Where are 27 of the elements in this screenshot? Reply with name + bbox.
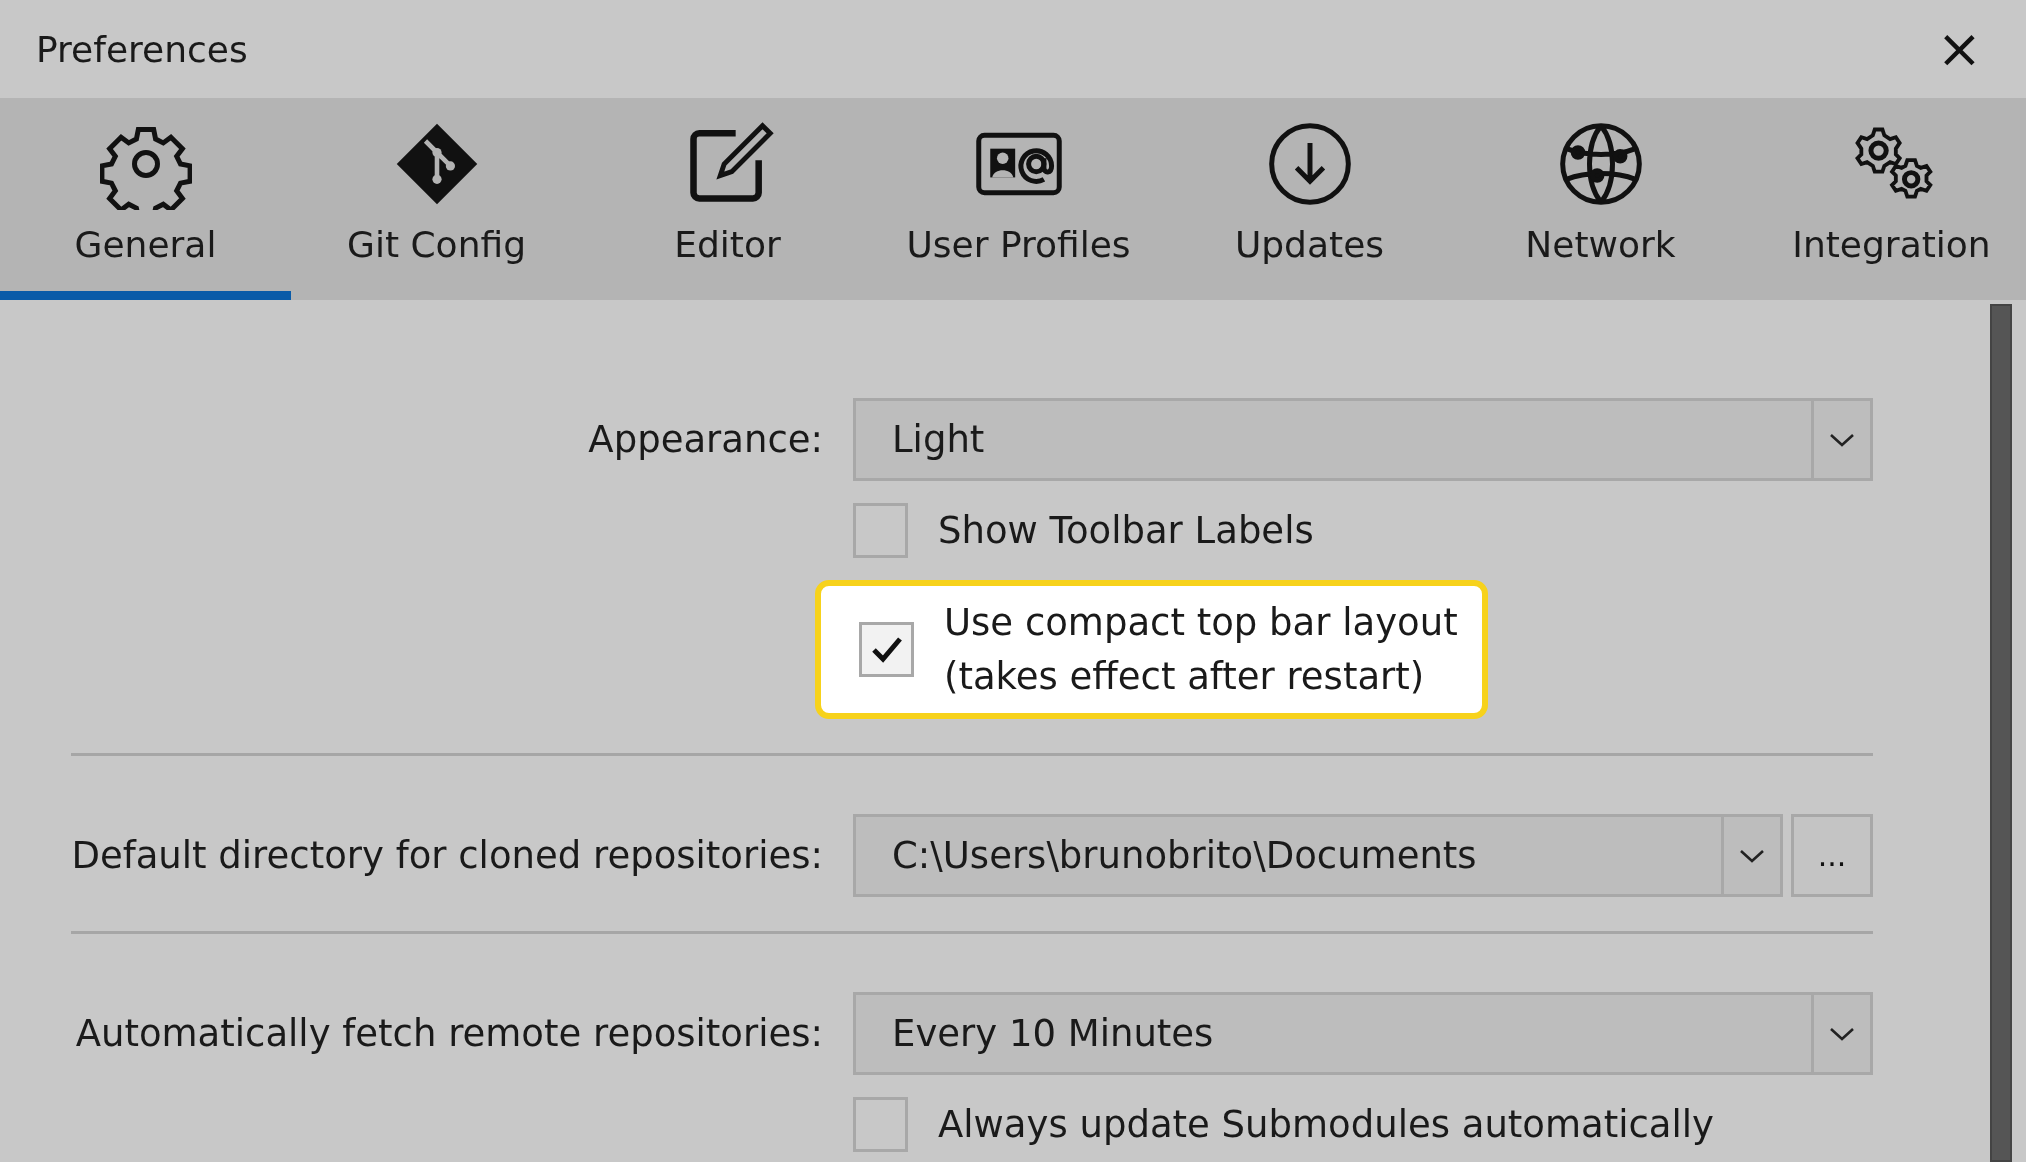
checkbox[interactable] [859, 622, 914, 678]
tab[interactable]: Editor [582, 98, 873, 300]
scrollbar[interactable] [1990, 304, 2012, 1162]
field-label: Automatically fetch remote repositories: [74, 1012, 824, 1056]
checkbox[interactable] [853, 1097, 908, 1153]
chevron-down-icon [1739, 847, 1765, 864]
checkbox[interactable] [853, 503, 908, 558]
tab[interactable]: Updates [1164, 98, 1455, 300]
path-dropdown[interactable]: C:\Users\brunobrito\Documents [853, 814, 1783, 898]
chevron-down-icon [1829, 1025, 1855, 1042]
tab[interactable]: General [0, 98, 291, 300]
dropdown[interactable]: Every 10 Minutes [853, 992, 1873, 1076]
tab[interactable]: Integration [1746, 98, 2026, 300]
tab[interactable]: Git Config [291, 98, 582, 300]
tab[interactable]: Network [1455, 98, 1746, 300]
chevron-down-icon [1829, 431, 1855, 448]
browse-button[interactable]: ... [1791, 814, 1873, 898]
window-title: Preferences [36, 28, 248, 70]
tab[interactable]: User Profiles [873, 98, 1164, 300]
dropdown[interactable]: Light [853, 398, 1873, 481]
checkbox-label: Use compact top bar layout (takes effect after restart) [944, 600, 1458, 700]
field-label: Default directory for cloned repositories: [71, 834, 824, 878]
field-label: Appearance: [587, 418, 824, 461]
checkbox-label: Always update Submodules automatically [938, 1101, 1714, 1148]
close-button[interactable]: × [1928, 22, 1990, 76]
checkbox-label: Show Toolbar Labels [938, 507, 1314, 554]
checkmark-icon [870, 635, 903, 664]
